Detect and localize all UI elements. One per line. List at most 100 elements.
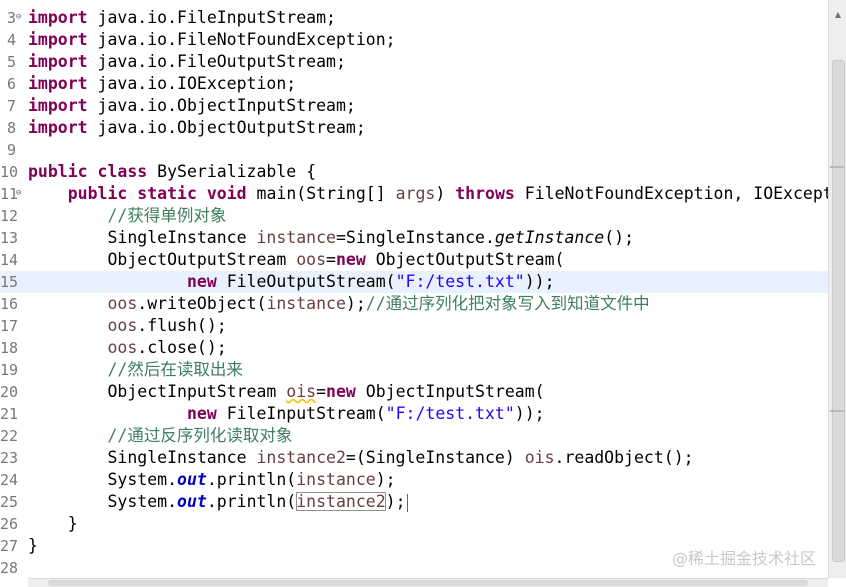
code-line[interactable]: 16 oos.writeObject(instance);//通过序列化把对象写… [0, 293, 828, 315]
code-line[interactable]: 22 //通过反序列化读取对象 [0, 425, 828, 447]
code-token: public [28, 162, 88, 181]
overview-ruler-marker[interactable] [830, 410, 844, 412]
code-token: new [335, 250, 366, 269]
line-number: 23 [0, 449, 19, 467]
line-number: 21 [0, 405, 19, 423]
code-editor[interactable]: 3 ⊖ import java.io.FileInputStream; 4 import… [0, 0, 828, 578]
line-number: 5 [6, 53, 16, 71]
code-line[interactable]: 13 SingleInstance instance=SingleInstanc… [0, 227, 828, 249]
code-token: oos [107, 338, 138, 357]
code-line[interactable]: 26 } [0, 513, 828, 535]
code-token: instance2 [256, 448, 346, 467]
code-token: (); [604, 228, 635, 247]
code-token: main(String[] [246, 184, 396, 203]
code-line[interactable]: 18 oos.close(); [0, 337, 828, 359]
code-text: ObjectInputStream ois=new ObjectInputStr… [28, 381, 545, 403]
line-number: 17 [0, 317, 19, 335]
code-token: //然后在读取出来 [107, 360, 243, 379]
overview-ruler-marker[interactable] [830, 166, 844, 168]
code-text: import java.io.FileOutputStream; [28, 51, 346, 73]
code-text: public static void main(String[] args) t… [28, 183, 828, 205]
code-token: System. [28, 470, 178, 489]
code-line[interactable]: 7 import java.io.ObjectInputStream; [0, 95, 828, 117]
code-text: public class BySerializable { [28, 161, 316, 183]
line-number: 22 [0, 427, 19, 445]
code-line[interactable]: 21 new FileInputStream("F:/test.txt")); [0, 403, 828, 425]
horizontal-scroll-thumb[interactable] [48, 580, 808, 586]
code-token: FileInputStream( [216, 404, 386, 423]
code-line[interactable]: 8 import java.io.ObjectOutputStream; [0, 117, 828, 139]
code-line[interactable]: 23 SingleInstance instance2=(SingleInsta… [0, 447, 828, 469]
code-line[interactable]: 9 [0, 139, 828, 161]
line-number: 15 [0, 273, 19, 291]
code-text: import java.io.FileNotFoundException; [28, 29, 396, 51]
scroll-up-icon[interactable]: ▲ [829, 8, 846, 22]
code-line[interactable]: 17 oos.flush(); [0, 315, 828, 337]
code-text: oos.flush(); [28, 315, 226, 337]
code-text: import java.io.IOException; [28, 73, 296, 95]
fold-toggle-icon[interactable]: ⊖ [16, 12, 26, 22]
code-line[interactable]: 3 ⊖ import java.io.FileInputStream; [0, 7, 828, 29]
line-number: 25 [0, 493, 19, 511]
code-token: instance [266, 294, 346, 313]
code-token: )); [514, 404, 545, 423]
code-token: import [28, 118, 88, 137]
code-token: ObjectInputStream [28, 382, 287, 401]
code-line[interactable]: 14 ObjectOutputStream oos=new ObjectOutp… [0, 249, 828, 271]
code-line[interactable]: 10 public class BySerializable { [0, 161, 828, 183]
code-line[interactable]: 20 ObjectInputStream ois=new ObjectInput… [0, 381, 828, 403]
vertical-scroll-thumb[interactable] [832, 60, 845, 562]
code-token: .println( [206, 492, 297, 511]
code-token: java.io.ObjectInputStream; [87, 96, 356, 115]
code-text: //获得单例对象 [28, 205, 226, 227]
code-token: java.io.ObjectOutputStream; [87, 118, 366, 137]
line-number: 7 [6, 97, 16, 115]
code-token: } [28, 536, 38, 555]
code-token: System. [28, 492, 178, 511]
code-token: //获得单例对象 [107, 206, 227, 225]
code-token: ObjectOutputStream( [365, 250, 565, 269]
code-token: new [326, 382, 356, 401]
code-line[interactable]: 6 import java.io.IOException; [0, 73, 828, 95]
vertical-scrollbar[interactable]: ▲ [828, 0, 846, 578]
code-token: java.io.FileNotFoundException; [87, 30, 396, 49]
line-number: 3 [6, 9, 16, 27]
code-token: =SingleInstance. [335, 228, 495, 247]
code-token: .close(); [137, 338, 227, 357]
code-text: import java.io.ObjectInputStream; [28, 95, 356, 117]
code-token: instance [256, 228, 336, 247]
line-number: 20 [0, 383, 19, 401]
text-caret [406, 493, 408, 512]
line-number: 16 [0, 295, 19, 313]
code-token: ObjectInputStream( [355, 382, 545, 401]
code-line[interactable]: 25 System.out.println(instance2); [0, 491, 828, 513]
code-token: ); [375, 470, 396, 489]
code-line[interactable]: 12 //获得单例对象 [0, 205, 828, 227]
line-number: 8 [6, 119, 16, 137]
code-token: import [28, 30, 88, 49]
fold-toggle-icon[interactable]: ⊖ [16, 188, 26, 198]
code-token: SingleInstance [28, 228, 257, 247]
code-text: new FileInputStream("F:/test.txt")); [28, 403, 545, 425]
code-line[interactable]: 5 import java.io.FileOutputStream; [0, 51, 828, 73]
code-line[interactable]: 4 import java.io.FileNotFoundException; [0, 29, 828, 51]
code-line[interactable]: 15 new FileOutputStream("F:/test.txt")); [0, 271, 828, 293]
code-text: System.out.println(instance); [28, 469, 396, 491]
code-token: FileOutputStream( [216, 272, 396, 291]
code-line[interactable]: 11 ⊖ public static void main(String[] arg… [0, 183, 828, 205]
code-token: throws [455, 184, 515, 203]
code-text: SingleInstance instance=SingleInstance.g… [28, 227, 634, 249]
code-token: //通过反序列化读取对象 [107, 426, 293, 445]
code-text: } [28, 513, 78, 535]
code-token: java.io.IOException; [87, 74, 297, 93]
code-line[interactable]: 24 System.out.println(instance); [0, 469, 828, 491]
code-token: ois [286, 382, 317, 401]
code-line[interactable]: 19 //然后在读取出来 [0, 359, 828, 381]
code-token: out [177, 470, 207, 489]
line-number: 26 [0, 515, 19, 533]
line-number: 24 [0, 471, 19, 489]
